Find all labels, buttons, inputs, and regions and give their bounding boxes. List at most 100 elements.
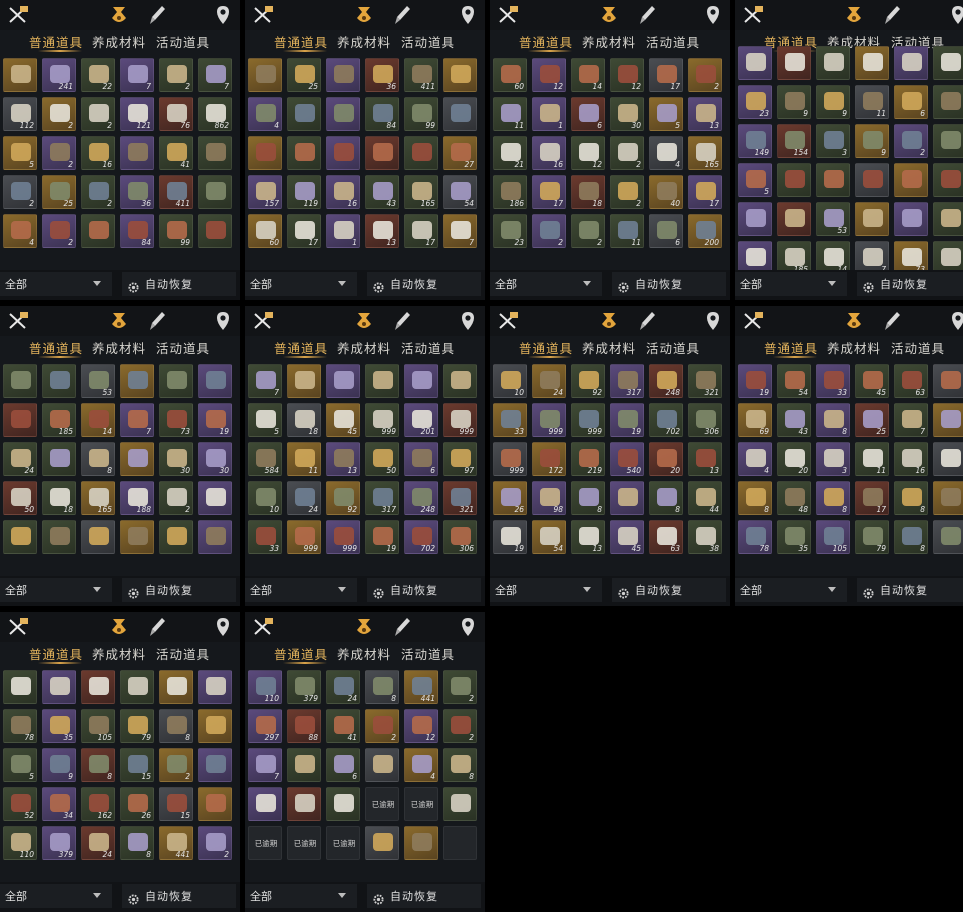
item-slot[interactable]: 6 xyxy=(404,442,438,476)
item-slot[interactable]: 999 xyxy=(443,403,477,437)
item-slot[interactable]: 2 xyxy=(159,58,193,92)
item-slot[interactable]: 19 xyxy=(610,403,644,437)
item-slot[interactable]: 78 xyxy=(3,709,37,743)
item-slot[interactable]: 862 xyxy=(198,97,232,131)
item-slot[interactable] xyxy=(855,46,889,80)
item-slot[interactable]: 2 xyxy=(532,214,566,248)
item-slot[interactable] xyxy=(443,58,477,92)
item-slot[interactable] xyxy=(159,520,193,554)
item-slot[interactable]: 13 xyxy=(688,442,722,476)
item-slot[interactable]: 16 xyxy=(81,136,115,170)
item-slot[interactable]: 60 xyxy=(248,214,282,248)
item-slot[interactable]: 18 xyxy=(571,175,605,209)
item-slot[interactable] xyxy=(933,202,963,236)
item-slot[interactable] xyxy=(198,520,232,554)
item-slot[interactable] xyxy=(443,826,477,860)
item-slot[interactable]: 2 xyxy=(81,175,115,209)
item-slot[interactable]: 11 xyxy=(287,442,321,476)
auto-restore-button[interactable]: 自动恢复 xyxy=(857,272,963,296)
item-slot[interactable]: 241 xyxy=(42,58,76,92)
item-grid[interactable]: 241 22 7 2 7 112 2 2 121 76 862 5 2 16 41 2 25 2 36 411 4 2 84… xyxy=(0,0,240,270)
item-slot[interactable]: 52 xyxy=(3,787,37,821)
item-slot[interactable] xyxy=(894,46,928,80)
item-slot[interactable] xyxy=(120,670,154,704)
item-slot[interactable] xyxy=(120,520,154,554)
item-slot[interactable]: 2 xyxy=(571,214,605,248)
item-slot[interactable] xyxy=(933,163,963,197)
item-grid[interactable]: 239911614915439255318514773 xyxy=(735,0,963,275)
item-slot[interactable] xyxy=(326,787,360,821)
item-slot[interactable]: 10 xyxy=(493,364,527,398)
item-slot[interactable]: 379 xyxy=(287,670,321,704)
item-slot[interactable]: 200 xyxy=(688,214,722,248)
item-slot[interactable]: 2 xyxy=(443,670,477,704)
item-slot[interactable]: 4 xyxy=(248,97,282,131)
auto-restore-button[interactable]: 自动恢复 xyxy=(122,884,236,908)
item-slot[interactable]: 306 xyxy=(688,403,722,437)
item-slot[interactable]: 54 xyxy=(443,175,477,209)
item-slot[interactable]: 13 xyxy=(326,442,360,476)
item-slot[interactable] xyxy=(42,364,76,398)
item-slot[interactable] xyxy=(198,214,232,248)
item-slot[interactable]: 25 xyxy=(42,175,76,209)
item-slot[interactable] xyxy=(248,136,282,170)
item-slot[interactable]: 21 xyxy=(493,136,527,170)
item-slot[interactable] xyxy=(738,46,772,80)
item-slot[interactable]: 8 xyxy=(894,520,928,554)
item-slot[interactable]: 79 xyxy=(120,709,154,743)
item-slot[interactable]: 41 xyxy=(326,709,360,743)
item-slot[interactable] xyxy=(777,202,811,236)
item-slot[interactable]: 5 xyxy=(738,163,772,197)
item-slot[interactable]: 201 xyxy=(404,403,438,437)
item-slot[interactable]: 24 xyxy=(81,826,115,860)
item-slot[interactable]: 48 xyxy=(777,481,811,515)
item-slot[interactable]: 14 xyxy=(571,58,605,92)
item-slot[interactable]: 9 xyxy=(42,748,76,782)
item-grid[interactable]: 60 12 14 12 17 2 11 1 6 30 5 13 21 16 12 2 4 165 186 17 18 2 4… xyxy=(490,0,730,270)
category-filter-dropdown[interactable]: 全部 xyxy=(0,578,112,602)
item-slot[interactable]: 8 xyxy=(816,403,850,437)
item-slot[interactable]: 97 xyxy=(443,442,477,476)
item-slot[interactable]: 12 xyxy=(610,58,644,92)
item-slot[interactable] xyxy=(198,364,232,398)
item-slot[interactable] xyxy=(81,214,115,248)
item-slot[interactable]: 54 xyxy=(532,520,566,554)
item-slot[interactable]: 18 xyxy=(287,403,321,437)
item-slot[interactable]: 7 xyxy=(248,364,282,398)
item-slot[interactable]: 411 xyxy=(159,175,193,209)
item-slot[interactable]: 已逾期 xyxy=(365,787,399,821)
item-slot[interactable]: 2 xyxy=(894,124,928,158)
item-slot[interactable]: 43 xyxy=(777,403,811,437)
item-slot[interactable]: 8 xyxy=(816,481,850,515)
item-slot[interactable] xyxy=(120,364,154,398)
item-slot[interactable]: 7 xyxy=(198,58,232,92)
item-slot[interactable]: 33 xyxy=(493,403,527,437)
item-slot[interactable]: 16 xyxy=(532,136,566,170)
item-slot[interactable]: 379 xyxy=(42,826,76,860)
item-slot[interactable] xyxy=(248,787,282,821)
item-slot[interactable]: 999 xyxy=(365,403,399,437)
item-slot[interactable]: 162 xyxy=(81,787,115,821)
auto-restore-button[interactable]: 自动恢复 xyxy=(122,272,236,296)
item-slot[interactable] xyxy=(365,136,399,170)
item-slot[interactable] xyxy=(248,58,282,92)
item-slot[interactable]: 584 xyxy=(248,442,282,476)
item-slot[interactable]: 30 xyxy=(198,442,232,476)
item-slot[interactable]: 43 xyxy=(365,175,399,209)
auto-restore-button[interactable]: 自动恢复 xyxy=(612,272,726,296)
item-slot[interactable]: 2 xyxy=(159,748,193,782)
item-slot[interactable]: 50 xyxy=(3,481,37,515)
item-slot[interactable]: 441 xyxy=(404,670,438,704)
item-slot[interactable]: 10 xyxy=(248,481,282,515)
item-slot[interactable] xyxy=(816,46,850,80)
item-slot[interactable]: 8 xyxy=(81,442,115,476)
item-slot[interactable] xyxy=(610,481,644,515)
item-slot[interactable]: 33 xyxy=(248,520,282,554)
item-slot[interactable]: 8 xyxy=(649,481,683,515)
item-slot[interactable]: 17 xyxy=(649,58,683,92)
item-slot[interactable]: 165 xyxy=(404,175,438,209)
item-slot[interactable]: 33 xyxy=(816,364,850,398)
auto-restore-button[interactable]: 自动恢复 xyxy=(367,272,481,296)
item-slot[interactable]: 8 xyxy=(894,481,928,515)
auto-restore-button[interactable]: 自动恢复 xyxy=(122,578,236,602)
